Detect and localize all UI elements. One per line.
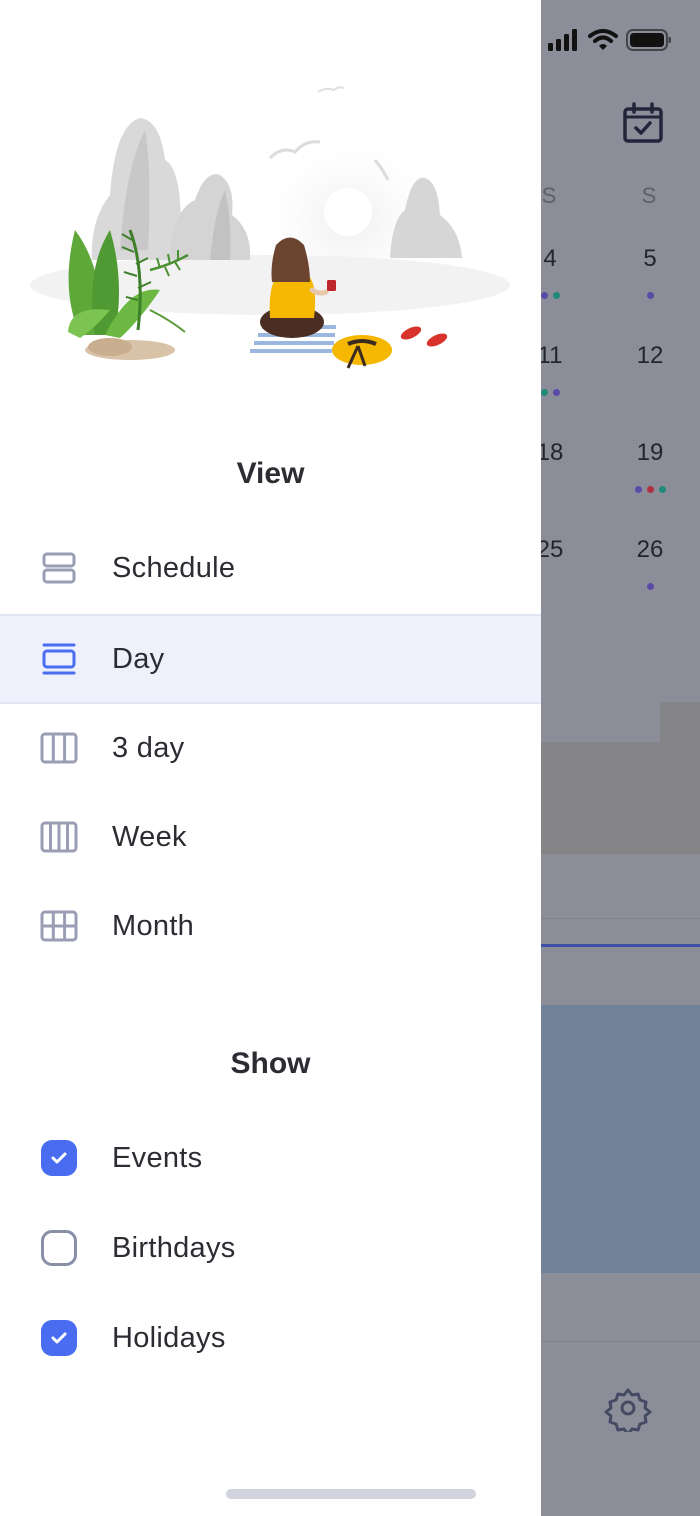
event-dot — [552, 292, 560, 299]
status-bar — [548, 28, 672, 52]
calendar-day-number[interactable]: 5 — [620, 245, 680, 273]
holidays-checkbox[interactable] — [41, 1320, 77, 1356]
event-dot — [552, 389, 560, 396]
show-option-label: Holidays — [112, 1321, 226, 1354]
show-section-title: Show — [230, 1047, 311, 1080]
checkmark-icon — [51, 1152, 67, 1164]
event-dot — [540, 389, 548, 396]
checkmark-icon — [51, 1332, 67, 1344]
gear-icon[interactable] — [604, 1384, 652, 1432]
event-dot — [646, 583, 654, 590]
event-indicator-dots — [620, 583, 680, 590]
view-option-label: Week — [112, 820, 187, 853]
view-section-title: View — [236, 457, 305, 490]
view-option-3-day[interactable]: 3 day — [0, 704, 541, 792]
event-indicator-dots — [620, 486, 680, 493]
show-option-label: Birthdays — [112, 1231, 236, 1264]
event-dot — [634, 486, 642, 493]
show-option-label: Events — [112, 1141, 203, 1174]
view-option-label: 3 day — [112, 731, 185, 764]
show-option-birthdays[interactable]: Birthdays — [0, 1204, 541, 1292]
schedule-view-icon — [40, 549, 78, 587]
month-view-icon — [40, 907, 78, 945]
birthdays-checkbox[interactable] — [41, 1230, 77, 1266]
calendar-day-number[interactable]: 12 — [620, 342, 680, 370]
show-option-holidays[interactable]: Holidays — [0, 1294, 541, 1382]
view-option-week[interactable]: Week — [0, 793, 541, 881]
event-dot — [540, 292, 548, 299]
view-option-label: Month — [112, 909, 195, 942]
event-dot — [658, 486, 666, 493]
three-day-view-icon — [40, 729, 78, 767]
view-options-drawer: View Schedule Day 3 day Week Month Show — [0, 0, 541, 1516]
view-option-schedule[interactable]: Schedule — [0, 524, 541, 612]
view-option-label: Schedule — [112, 551, 236, 584]
week-view-icon — [40, 818, 78, 856]
event-dot — [646, 292, 654, 299]
home-indicator[interactable] — [226, 1489, 476, 1499]
events-checkbox[interactable] — [41, 1140, 77, 1176]
wifi-icon — [588, 29, 618, 50]
view-option-day[interactable]: Day — [0, 614, 541, 704]
day-view-icon — [40, 640, 78, 678]
event-indicator-dots — [620, 292, 680, 299]
beach-relaxation-illustration — [30, 86, 510, 369]
calendar-day-number[interactable]: 19 — [620, 439, 680, 467]
calendar-check-icon[interactable] — [622, 102, 664, 144]
cellular-signal-icon — [548, 29, 577, 51]
event-dot — [646, 486, 654, 493]
calendar-day-number[interactable]: 26 — [620, 536, 680, 564]
day-header-sunday: S — [641, 183, 657, 208]
view-option-month[interactable]: Month — [0, 882, 541, 970]
battery-icon — [626, 29, 671, 51]
view-option-label: Day — [112, 642, 165, 675]
show-option-events[interactable]: Events — [0, 1114, 541, 1202]
